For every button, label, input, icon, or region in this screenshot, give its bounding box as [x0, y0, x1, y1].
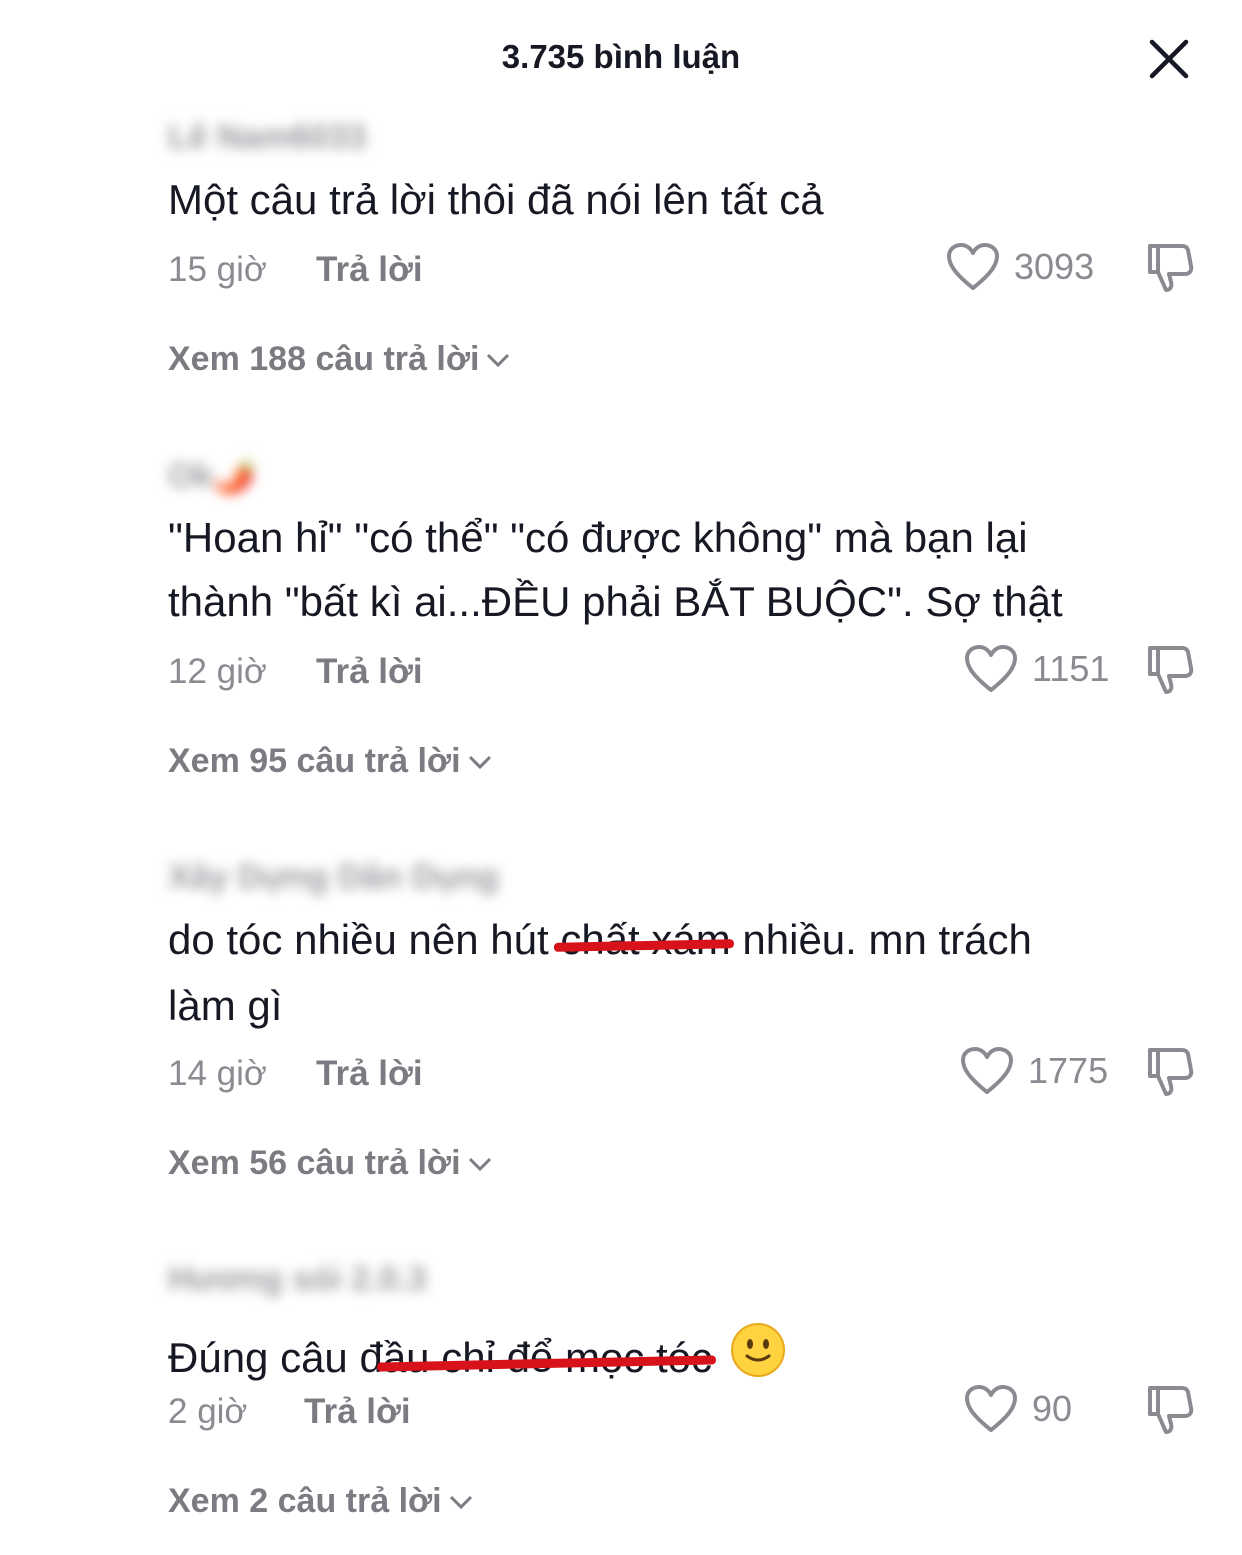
- dislike-button[interactable]: [1144, 644, 1196, 696]
- comment-meta: 2 giờ: [168, 1392, 247, 1432]
- comment-text-line1: "Hoan hỉ" "có thể" "có được không" mà bạ…: [168, 514, 1028, 561]
- comment-text-segment: nhiều. mn trách: [730, 916, 1032, 963]
- chevron-down-icon: [487, 353, 510, 367]
- comment-time: 12 giờ: [168, 652, 267, 691]
- slightly-smiling-face-icon: [730, 1322, 786, 1388]
- comments-header: 3.735 bình luận: [0, 0, 1242, 118]
- comment-time: 15 giờ: [168, 250, 267, 289]
- chevron-down-icon: [449, 1495, 472, 1509]
- comment-time: 2 giờ: [168, 1392, 248, 1431]
- comment-count-title: 3.735 bình luận: [501, 38, 741, 75]
- reply-button[interactable]: Trả lời: [316, 652, 423, 692]
- dislike-icon: [1148, 244, 1194, 292]
- like-count: 90: [1032, 1388, 1073, 1429]
- comment-username[interactable]: Xây Dựng Dân Dụng: [168, 858, 499, 897]
- comment-text-line1: Đúng câu đầu chỉ để mọc tóc: [168, 1322, 786, 1388]
- reply-button[interactable]: Trả lời: [316, 1054, 423, 1094]
- view-replies-label: Xem 2 câu trả lời: [168, 1482, 442, 1520]
- comment-text-line2: làm gì: [168, 982, 283, 1029]
- view-replies-button[interactable]: Xem 188 câu trả lời: [168, 340, 511, 379]
- comment-text-segment: Đúng câu đ: [168, 1334, 383, 1381]
- comment-username[interactable]: Hương sói 2.0.3: [168, 1260, 427, 1299]
- comment-text-segment: do tóc nhiều nên hút: [168, 916, 561, 963]
- comment-username-text: Ok🌶️: [168, 457, 256, 495]
- like-button[interactable]: 1775: [960, 1046, 1108, 1096]
- reply-button[interactable]: Trả lời: [304, 1392, 411, 1432]
- dislike-icon: [1148, 646, 1194, 694]
- reply-button[interactable]: Trả lời: [316, 250, 423, 290]
- view-replies-label: Xem 95 câu trả lời: [168, 742, 461, 780]
- view-replies-label: Xem 188 câu trả lời: [168, 340, 480, 378]
- comment-meta: 12 giờ: [168, 652, 267, 692]
- dislike-button[interactable]: [1144, 1384, 1196, 1436]
- dislike-icon: [1148, 1386, 1194, 1434]
- comment-username[interactable]: Lê Nam6033: [168, 118, 366, 157]
- dislike-button[interactable]: [1144, 1046, 1196, 1098]
- like-button[interactable]: 3093: [946, 242, 1094, 292]
- close-button[interactable]: [1146, 36, 1192, 82]
- view-replies-button[interactable]: Xem 95 câu trả lời: [168, 742, 493, 781]
- chevron-down-icon: [468, 755, 491, 769]
- dislike-button[interactable]: [1144, 242, 1196, 294]
- view-replies-label: Xem 56 câu trả lời: [168, 1144, 461, 1182]
- comment-username[interactable]: Ok🌶️: [168, 456, 256, 496]
- comment-meta: 14 giờ: [168, 1054, 267, 1094]
- comment-text-line2: thành "bất kì ai...ĐỀU phải BẮT BUỘC". S…: [168, 578, 1063, 625]
- struck-out-text: chất xám: [560, 916, 731, 963]
- like-count: 1775: [1028, 1050, 1109, 1091]
- dislike-icon: [1148, 1048, 1194, 1096]
- chevron-down-icon: [468, 1157, 491, 1171]
- heart-icon: [947, 243, 999, 290]
- like-button[interactable]: 90: [964, 1384, 1072, 1434]
- close-icon: [1149, 39, 1189, 79]
- heart-icon: [965, 645, 1017, 692]
- comment-text-line1: do tóc nhiều nên hút chất xám nhiều. mn …: [168, 916, 1032, 964]
- struck-out-text: ầu chỉ để mọc tóc: [382, 1334, 712, 1381]
- heart-icon: [965, 1385, 1017, 1432]
- comment-meta: 15 giờ: [168, 250, 267, 290]
- like-count: 3093: [1014, 246, 1095, 287]
- comment-time: 14 giờ: [168, 1054, 267, 1093]
- heart-icon: [961, 1047, 1013, 1094]
- like-count: 1151: [1032, 648, 1110, 689]
- view-replies-button[interactable]: Xem 2 câu trả lời: [168, 1482, 474, 1521]
- view-replies-button[interactable]: Xem 56 câu trả lời: [168, 1144, 493, 1183]
- comment-text: Một câu trả lời thôi đã nói lên tất cả: [168, 176, 824, 223]
- like-button[interactable]: 1151: [964, 644, 1109, 694]
